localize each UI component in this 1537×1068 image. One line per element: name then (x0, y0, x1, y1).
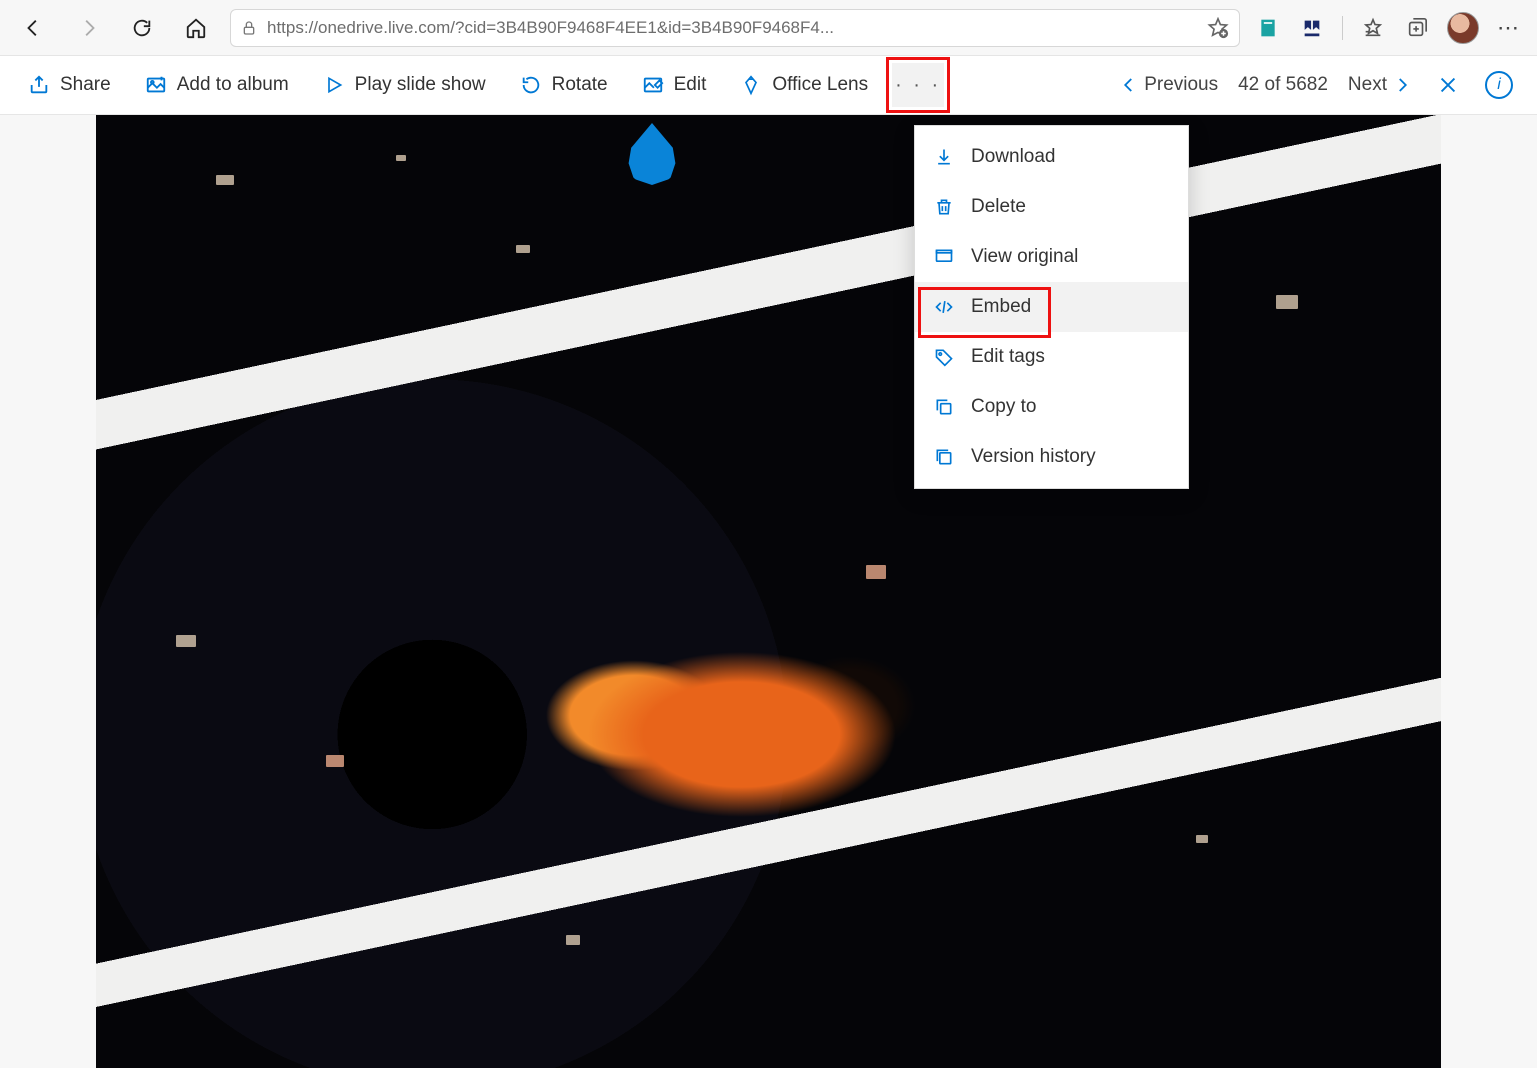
url-text: https://onedrive.live.com/?cid=3B4B90F94… (267, 18, 1197, 38)
history-icon (933, 446, 955, 468)
next-label: Next (1348, 74, 1387, 96)
divider (1342, 16, 1343, 40)
play-icon (323, 74, 345, 96)
lens-icon (740, 74, 762, 96)
menu-delete[interactable]: Delete (915, 182, 1188, 232)
tag-icon (933, 346, 955, 368)
menu-copy-to-label: Copy to (971, 396, 1036, 418)
edit-image-icon (642, 74, 664, 96)
menu-embed-label: Embed (971, 296, 1031, 318)
slideshow-label: Play slide show (355, 74, 486, 96)
menu-copy-to[interactable]: Copy to (915, 382, 1188, 432)
lock-icon (241, 19, 257, 37)
add-favorite-icon[interactable] (1207, 17, 1229, 39)
profile-avatar[interactable] (1447, 12, 1479, 44)
monitor-icon (933, 246, 955, 268)
menu-edit-tags-label: Edit tags (971, 346, 1045, 368)
info-button[interactable]: i (1485, 71, 1513, 99)
rotate-button[interactable]: Rotate (516, 68, 612, 102)
rotate-label: Rotate (552, 74, 608, 96)
chevron-left-icon (1120, 76, 1138, 94)
share-label: Share (60, 74, 111, 96)
address-bar[interactable]: https://onedrive.live.com/?cid=3B4B90F94… (230, 9, 1240, 47)
item-counter: 42 of 5682 (1238, 74, 1328, 96)
menu-view-original-label: View original (971, 246, 1078, 268)
menu-delete-label: Delete (971, 196, 1026, 218)
share-icon (28, 74, 50, 96)
next-link[interactable]: Next (1348, 74, 1411, 96)
menu-download[interactable]: Download (915, 132, 1188, 182)
favorites-icon[interactable] (1359, 14, 1387, 42)
slideshow-button[interactable]: Play slide show (319, 68, 490, 102)
edit-label: Edit (674, 74, 707, 96)
menu-embed[interactable]: Embed (915, 282, 1188, 332)
onedrive-command-bar: Share Add to album Play slide show Rotat… (0, 56, 1537, 115)
back-button[interactable] (14, 8, 54, 48)
extension-icon-1[interactable] (1254, 14, 1282, 42)
photo-image[interactable] (96, 115, 1441, 1068)
code-icon (933, 296, 955, 318)
add-to-album-button[interactable]: Add to album (141, 68, 293, 102)
extension-icon-2[interactable] (1298, 14, 1326, 42)
close-button[interactable] (1431, 68, 1465, 102)
menu-version-history-label: Version history (971, 446, 1096, 468)
refresh-button[interactable] (122, 8, 162, 48)
home-button[interactable] (176, 8, 216, 48)
office-lens-label: Office Lens (772, 74, 868, 96)
download-icon (933, 146, 955, 168)
menu-view-original[interactable]: View original (915, 232, 1188, 282)
more-actions-menu: Download Delete View original Embed Edit… (914, 125, 1189, 489)
rotate-icon (520, 74, 542, 96)
forward-button[interactable] (68, 8, 108, 48)
copy-icon (933, 396, 955, 418)
water-drop-icon (626, 123, 678, 185)
extension-icons: ⋯ (1254, 12, 1523, 44)
menu-download-label: Download (971, 146, 1056, 168)
previous-label: Previous (1144, 74, 1218, 96)
ellipsis-icon: · · · (895, 74, 941, 97)
office-lens-button[interactable]: Office Lens (736, 68, 872, 102)
photo-viewer (0, 115, 1537, 1068)
chevron-right-icon (1393, 76, 1411, 94)
album-icon (145, 74, 167, 96)
menu-edit-tags[interactable]: Edit tags (915, 332, 1188, 382)
edit-button[interactable]: Edit (638, 68, 711, 102)
browser-toolbar: https://onedrive.live.com/?cid=3B4B90F94… (0, 0, 1537, 56)
menu-version-history[interactable]: Version history (915, 432, 1188, 482)
share-button[interactable]: Share (24, 68, 115, 102)
trash-icon (933, 196, 955, 218)
collections-icon[interactable] (1403, 14, 1431, 42)
browser-more-icon[interactable]: ⋯ (1495, 14, 1523, 42)
previous-link[interactable]: Previous (1120, 74, 1218, 96)
add-to-album-label: Add to album (177, 74, 289, 96)
more-actions-button[interactable]: · · · (892, 63, 944, 107)
